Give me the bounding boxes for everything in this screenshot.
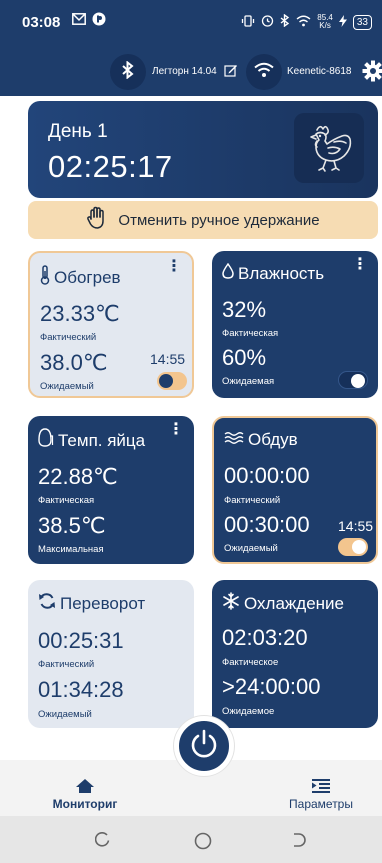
charging-icon <box>338 14 347 30</box>
battery-indicator: 33 <box>352 14 372 30</box>
heating-actual-value: 23.33℃ <box>40 301 120 326</box>
egg-icon <box>38 428 54 453</box>
home-nav-icon[interactable] <box>194 832 212 855</box>
airflow-actual-label: Фактический <box>224 495 281 506</box>
airflow-hold-time: 14:55 <box>338 518 374 534</box>
heating-title: Обогрев <box>54 267 121 287</box>
cooling-actual-label: Фактическое <box>222 657 279 668</box>
nav-settings[interactable]: Параметры <box>278 778 364 811</box>
wifi-network-name: Keenetic-8618 <box>287 66 352 77</box>
egg-temp-more-icon[interactable]: ⋮ <box>168 422 184 438</box>
airflow-title: Обдув <box>248 430 298 449</box>
bluetooth-status-icon <box>280 13 290 30</box>
turning-target-label: Ожидаемый <box>38 709 92 720</box>
power-button[interactable] <box>174 716 234 776</box>
heating-hold-time: 14:55 <box>150 351 186 367</box>
water-drop-icon <box>222 262 234 284</box>
day-label: День 1 <box>48 121 108 142</box>
humidity-actual-value: 32% <box>222 297 267 322</box>
device-name: Легторн 14.04 <box>152 66 217 77</box>
humidity-more-icon[interactable]: ⋮ <box>352 257 368 273</box>
airflow-toggle[interactable] <box>338 538 368 556</box>
egg-temp-card[interactable]: Темп. яйца ⋮ 22.88℃ Фактическая 38.5℃ Ма… <box>28 416 194 564</box>
power-icon <box>189 729 219 764</box>
humidity-actual-label: Фактическая <box>222 328 279 339</box>
egg-temp-actual-label: Фактическая <box>38 495 95 506</box>
recent-apps-icon[interactable] <box>94 832 111 853</box>
net-speed-unit: K/s <box>319 21 331 30</box>
turning-actual-value: 00:25:31 <box>38 628 124 653</box>
airflow-card[interactable]: Обдув 00:00:00 Фактический 00:30:00 Ожид… <box>212 416 378 564</box>
home-icon <box>44 778 126 797</box>
heating-actual-label: Фактический <box>40 332 97 343</box>
app-notification-icon <box>92 12 106 29</box>
bluetooth-icon <box>121 59 135 84</box>
cancel-manual-hold-label: Отменить ручное удержание <box>118 211 320 229</box>
nav-monitoring[interactable]: Мониториг <box>44 778 126 811</box>
cooling-target-label: Ожидаемое <box>222 706 275 717</box>
turning-title: Переворот <box>60 593 146 613</box>
nav-settings-label: Параметры <box>289 797 353 811</box>
edit-device-icon[interactable] <box>224 63 238 82</box>
egg-temp-title: Темп. яйца <box>58 430 146 450</box>
list-settings-icon <box>278 778 364 797</box>
gmail-icon <box>72 12 86 29</box>
turning-card[interactable]: Переворот 00:25:31 Фактический 01:34:28 … <box>28 580 194 728</box>
wifi-status-icon <box>296 15 311 30</box>
heating-target-label: Ожидаемый <box>40 381 94 392</box>
egg-temp-target-label: Максимальная <box>38 544 104 555</box>
egg-temp-actual-value: 22.88℃ <box>38 464 118 489</box>
day-card: День 1 02:25:17 <box>28 101 378 198</box>
settings-gear-icon[interactable] <box>362 60 382 87</box>
humidity-title: Влажность <box>238 263 325 283</box>
system-navigation-bar <box>0 816 382 863</box>
heating-more-icon[interactable]: ⋮ <box>166 259 182 275</box>
snowflake-icon <box>222 592 240 615</box>
rotate-icon <box>38 592 56 615</box>
airflow-target-label: Ожидаемый <box>224 543 278 554</box>
vibrate-icon <box>241 14 255 30</box>
wifi-icon <box>254 62 274 83</box>
airflow-icon <box>224 430 244 450</box>
day-timer: 02:25:17 <box>48 149 173 184</box>
status-time: 03:08 <box>22 14 61 31</box>
cancel-manual-hold-button[interactable]: Отменить ручное удержание <box>28 201 378 239</box>
hand-icon <box>86 206 108 234</box>
hen-icon <box>294 113 364 183</box>
heating-toggle[interactable] <box>157 372 187 390</box>
bluetooth-button[interactable] <box>110 54 146 90</box>
wifi-button[interactable] <box>246 54 282 90</box>
cooling-target-value: >24:00:00 <box>222 674 321 699</box>
cooling-title: Охлаждение <box>244 593 344 613</box>
thermometer-icon <box>40 265 50 290</box>
heating-target-value: 38.0℃ <box>40 350 108 375</box>
turning-target-value: 01:34:28 <box>38 677 124 702</box>
turning-actual-label: Фактический <box>38 659 95 670</box>
alarm-icon <box>261 14 274 30</box>
egg-temp-target-value: 38.5℃ <box>38 513 106 538</box>
back-nav-icon[interactable] <box>290 832 306 853</box>
cooling-actual-value: 02:03:20 <box>222 625 308 650</box>
humidity-target-label: Ожидаемая <box>222 376 275 387</box>
heating-card[interactable]: Обогрев ⋮ 23.33℃ Фактический 38.0℃ Ожида… <box>28 251 194 398</box>
cooling-card[interactable]: Охлаждение 02:03:20 Фактическое >24:00:0… <box>212 580 378 728</box>
connection-bar: Легторн 14.04 Keenetic-8618 <box>0 48 382 96</box>
nav-monitoring-label: Мониториг <box>52 797 118 811</box>
humidity-card[interactable]: Влажность ⋮ 32% Фактическая 60% Ожидаема… <box>212 251 378 398</box>
airflow-target-value: 00:30:00 <box>224 512 310 537</box>
status-bar: 03:08 85.4 K/s 33 <box>0 0 382 48</box>
humidity-toggle[interactable] <box>338 371 368 389</box>
airflow-actual-value: 00:00:00 <box>224 463 310 488</box>
humidity-target-value: 60% <box>222 345 267 370</box>
